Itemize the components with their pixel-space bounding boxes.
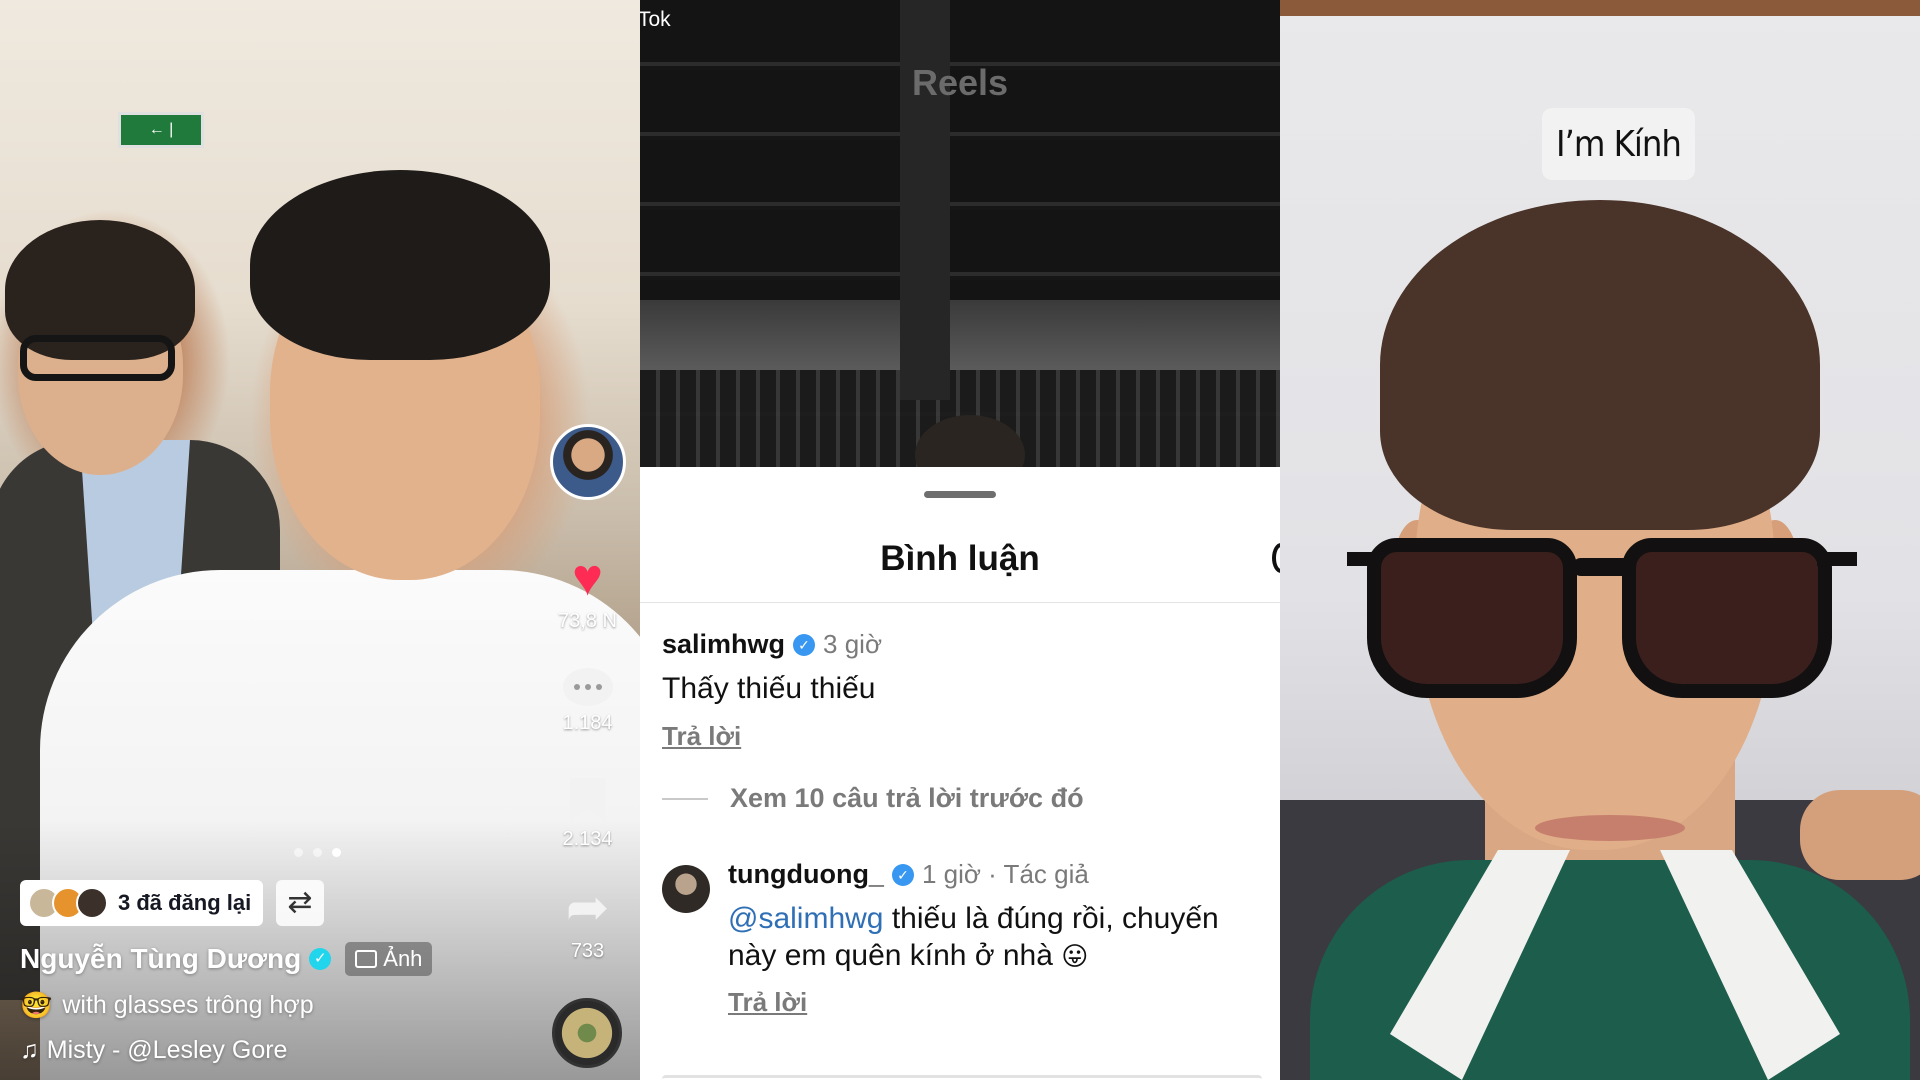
- sheet-divider: [640, 602, 1280, 603]
- reply-username[interactable]: tungduong_: [728, 859, 884, 890]
- verified-badge-icon: ✓: [793, 633, 816, 656]
- sunglasses: [1347, 528, 1857, 708]
- verified-badge-icon: ✓: [891, 863, 914, 886]
- repost-label: 3 đã đăng lại: [118, 890, 252, 915]
- reply-text: @salimhwg thiếu là đúng rồi, chuyến này …: [728, 900, 1272, 975]
- main-person-hair: [250, 170, 550, 360]
- carousel-dot: [313, 848, 322, 857]
- like-count: 73,8 N: [558, 610, 617, 632]
- comments-panel: Tok Reels Bình luận salimhwg ✓ 3 giờ Thấ…: [640, 0, 1280, 1080]
- creator-avatar[interactable]: [550, 424, 626, 500]
- reply-button[interactable]: Trả lời: [662, 721, 741, 752]
- friend-glasses: [20, 335, 175, 381]
- repost-icon[interactable]: ⇄: [276, 880, 324, 926]
- repost-chip[interactable]: 3 đã đăng lại: [20, 880, 264, 926]
- reply-button[interactable]: Trả lời: [728, 987, 807, 1018]
- hand: [1800, 790, 1920, 880]
- bookmark-icon: [569, 778, 606, 822]
- like-button[interactable]: ♥ 73,8 N: [545, 548, 630, 633]
- exit-sign: ← |: [118, 112, 204, 148]
- text-sticker[interactable]: I’m Kính: [1542, 108, 1695, 180]
- share-count: 733: [570, 940, 605, 962]
- caption-text: with glasses trông hợp: [62, 991, 314, 1019]
- image-icon: [355, 950, 378, 968]
- reply-item: tungduong_ ✓ 1 giờ · Tác giả @salimhwg t…: [662, 859, 1272, 1018]
- thread-line: [662, 797, 708, 800]
- comment-text: Thấy thiếu thiếu: [662, 672, 876, 705]
- view-previous-label: Xem 10 câu trả lời trước đó: [730, 783, 1084, 813]
- music-title: Misty - @Lesley Gore: [46, 1036, 288, 1064]
- tongue-emoji: 😛: [1061, 941, 1089, 971]
- author-name[interactable]: Nguyễn Tùng Dương: [20, 943, 301, 975]
- save-button[interactable]: 2.134: [545, 768, 630, 851]
- post-caption[interactable]: 🤓 with glasses trông hợp: [20, 990, 314, 1021]
- comment-username[interactable]: salimhwg: [662, 629, 785, 660]
- author-row: Nguyễn Tùng Dương ✓ Ảnh: [20, 942, 433, 976]
- music-link[interactable]: ♫ Misty - @Lesley Gore: [20, 1036, 287, 1065]
- hair: [1380, 200, 1820, 530]
- reposter-avatars: [28, 887, 108, 919]
- photo-mode-tag: Ảnh: [345, 942, 433, 976]
- photo-tag-label: Ảnh: [383, 946, 423, 971]
- mouth: [1535, 815, 1685, 841]
- sheet-grabber[interactable]: [924, 491, 996, 498]
- green-shirt: [1310, 860, 1910, 1080]
- caption-emoji: 🤓: [20, 990, 53, 1020]
- view-previous-replies[interactable]: Xem 10 câu trả lời trước đó: [662, 783, 1084, 814]
- sunglasses-lens-left: [1367, 538, 1577, 698]
- selfie-panel: I’m Kính: [1280, 0, 1920, 1080]
- share-arrow-icon: ➦: [565, 879, 610, 937]
- sheet-title: Bình luận: [880, 539, 1040, 578]
- sunglasses-lens-right: [1622, 538, 1832, 698]
- verified-badge-icon: ✓: [309, 948, 332, 970]
- heart-icon: ♥: [572, 549, 603, 607]
- music-disc-icon[interactable]: [552, 998, 622, 1068]
- next-comment-partial: [662, 1075, 1262, 1080]
- reply-avatar[interactable]: [662, 865, 710, 913]
- video-wall: [640, 300, 1280, 370]
- carousel-dots[interactable]: [294, 848, 341, 857]
- music-note-icon: ♫: [20, 1036, 39, 1064]
- comment-count: 1.184: [562, 712, 613, 734]
- carousel-dot: [294, 848, 303, 857]
- comments-sheet: Bình luận salimhwg ✓ 3 giờ Thấy thiếu th…: [640, 467, 1280, 1080]
- mention-link[interactable]: @salimhwg: [728, 902, 884, 935]
- reels-watermark: Reels: [911, 62, 1009, 103]
- reply-meta: 1 giờ · Tác giả: [921, 859, 1089, 889]
- comment-icon: [562, 668, 613, 706]
- comment-time: 3 giờ: [823, 629, 883, 659]
- carousel-dot-active: [332, 848, 341, 857]
- comment-item: salimhwg ✓ 3 giờ Thấy thiếu thiếu Trả lờ…: [662, 629, 1262, 752]
- photo-post-panel: ← | ♥ 73,8 N 1.184 2.134 ➦ 733 3 đã đăng…: [0, 0, 640, 1080]
- app-label: Tok: [640, 8, 671, 31]
- video-pillar: [900, 0, 950, 400]
- share-button[interactable]: ➦ 733: [545, 878, 630, 963]
- top-edge: [1280, 0, 1920, 16]
- comment-button[interactable]: 1.184: [545, 658, 630, 735]
- save-count: 2.134: [562, 828, 613, 850]
